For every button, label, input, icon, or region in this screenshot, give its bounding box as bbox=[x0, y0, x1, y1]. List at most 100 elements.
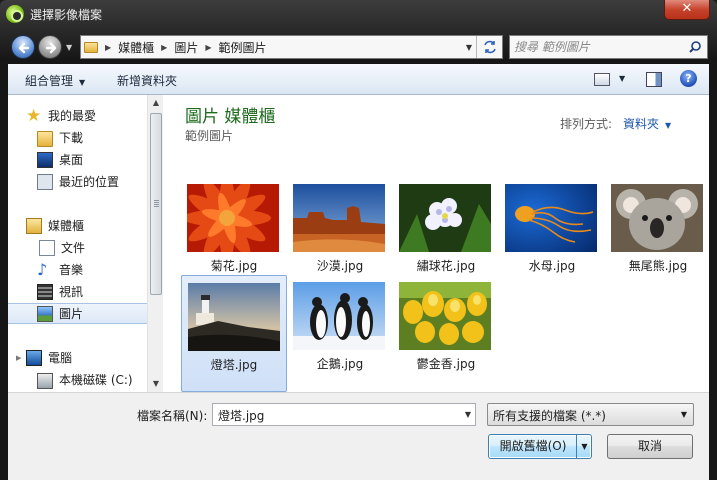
library-title: 圖片 媒體櫃 bbox=[185, 107, 276, 127]
forward-arrow-icon bbox=[45, 42, 57, 54]
open-button-label: 開啟舊檔(O) bbox=[499, 439, 567, 453]
desktop-icon bbox=[37, 151, 53, 168]
sidebar-item-libraries[interactable]: 媒體櫃 bbox=[8, 215, 148, 236]
search-box[interactable] bbox=[509, 35, 708, 59]
close-button[interactable]: ✕ bbox=[664, 0, 710, 20]
sidebar-item-label: 媒體櫃 bbox=[48, 219, 85, 233]
app-icon bbox=[6, 5, 24, 23]
sidebar-item-desktop[interactable]: 桌面 bbox=[8, 149, 148, 170]
filename-label: 檔案名稱(N): bbox=[137, 409, 208, 423]
recent-locations-dropdown[interactable]: ▼ bbox=[66, 43, 74, 52]
file-name: 繡球花.jpg bbox=[416, 259, 476, 273]
sidebar-item-downloads[interactable]: 下載 bbox=[8, 127, 148, 148]
file-list-pane: 圖片 媒體櫃 範例圖片 排列方式: 資料夾 ▼ 菊花.jpg 沙漠.jpg 繡球花… bbox=[163, 95, 709, 392]
sidebar-item-label: 音樂 bbox=[59, 263, 84, 277]
file-item-lighthouse[interactable]: 燈塔.jpg bbox=[181, 275, 287, 392]
chevron-down-icon: ▼ bbox=[665, 121, 672, 130]
tulips-thumbnail bbox=[399, 282, 491, 350]
sidebar-item-label: 下載 bbox=[59, 131, 84, 145]
sidebar-item-label: 本機磁碟 (C:) bbox=[59, 373, 133, 387]
file-item-tulips[interactable]: 鬱金香.jpg bbox=[393, 275, 499, 392]
window-title: 選擇影像檔案 bbox=[30, 8, 103, 22]
expand-arrow-icon[interactable]: ▶ bbox=[16, 354, 21, 362]
recent-places-icon bbox=[37, 173, 53, 190]
file-item-koala[interactable]: 無尾熊.jpg bbox=[605, 177, 711, 294]
libraries-icon bbox=[26, 217, 42, 234]
sidebar-item-label: 視訊 bbox=[59, 285, 84, 299]
address-history-dropdown[interactable]: ▼ bbox=[466, 43, 472, 52]
downloads-folder-icon bbox=[37, 130, 53, 147]
file-item-jellyfish[interactable]: 水母.jpg bbox=[499, 177, 605, 294]
title-bar: 選擇影像檔案 ✕ bbox=[0, 0, 717, 28]
sidebar-item-videos[interactable]: 視訊 bbox=[8, 281, 148, 302]
library-subtitle: 範例圖片 bbox=[185, 129, 234, 143]
change-view-icon[interactable] bbox=[594, 73, 610, 86]
cancel-button[interactable]: 取消 bbox=[607, 434, 693, 459]
chevron-right-icon[interactable]: ▶ bbox=[105, 43, 111, 52]
open-options-dropdown[interactable]: ▼ bbox=[576, 435, 592, 458]
pictures-icon bbox=[37, 305, 53, 322]
filename-combobox[interactable]: 燈塔.jpg ▼ bbox=[212, 403, 476, 426]
desert-thumbnail bbox=[293, 184, 385, 252]
sidebar-item-local-disk[interactable]: 本機磁碟 (C:) bbox=[8, 369, 148, 390]
sidebar-item-label: 電腦 bbox=[48, 351, 73, 365]
sidebar-scrollbar[interactable]: ▲ ▼ bbox=[147, 95, 163, 392]
file-type-value: 所有支援的檔案 (*.*) bbox=[493, 409, 606, 423]
dialog-footer: 檔案名稱(N): 燈塔.jpg ▼ 所有支援的檔案 (*.*) ▼ 開啟舊檔(O… bbox=[8, 392, 709, 480]
help-icon[interactable]: ? bbox=[680, 70, 697, 87]
folder-icon bbox=[84, 41, 98, 53]
refresh-button[interactable] bbox=[476, 36, 502, 58]
search-icon[interactable] bbox=[688, 40, 702, 54]
sidebar-item-music[interactable]: ♪ 音樂 bbox=[8, 259, 148, 280]
computer-icon bbox=[26, 349, 42, 366]
star-icon: ★ bbox=[26, 105, 42, 126]
file-name: 水母.jpg bbox=[528, 259, 576, 273]
film-icon bbox=[37, 283, 53, 300]
chevron-down-icon[interactable]: ▼ bbox=[465, 410, 471, 419]
sidebar-item-label: 桌面 bbox=[59, 153, 84, 167]
file-name: 燈塔.jpg bbox=[210, 358, 258, 372]
sidebar-item-pictures[interactable]: 圖片 bbox=[8, 303, 148, 324]
chevron-right-icon[interactable]: ▶ bbox=[161, 43, 167, 52]
breadcrumb-pictures[interactable]: 圖片 bbox=[174, 39, 198, 56]
file-name: 企鵝.jpg bbox=[316, 357, 364, 371]
sidebar-item-recent-places[interactable]: 最近的位置 bbox=[8, 171, 148, 192]
file-open-dialog: 選擇影像檔案 ✕ ▼ ▶ 媒體櫃 ▶ 圖片 ▶ 範例圖片 ▼ 搜尋 範例圖片 組… bbox=[0, 0, 717, 480]
scrollbar-thumb[interactable] bbox=[150, 113, 162, 295]
sidebar-item-label: 文件 bbox=[61, 241, 86, 255]
forward-button[interactable] bbox=[38, 35, 62, 59]
filename-value[interactable]: 燈塔.jpg bbox=[218, 407, 264, 424]
navigation-pane: ★ 我的最愛 下載 桌面 最近的位置 媒體櫃 文件 ♪ 音樂 視訊 圖片 ▶ 電… bbox=[8, 95, 163, 392]
sidebar-item-documents[interactable]: 文件 bbox=[8, 237, 148, 258]
sidebar-item-favorites[interactable]: ★ 我的最愛 bbox=[8, 105, 148, 126]
back-button[interactable] bbox=[11, 35, 35, 59]
organize-button[interactable]: 組合管理 ▼ bbox=[25, 72, 85, 89]
documents-icon bbox=[39, 239, 55, 256]
sidebar-item-computer[interactable]: ▶ 電腦 bbox=[8, 347, 148, 368]
preview-pane-icon[interactable] bbox=[646, 72, 662, 87]
command-toolbar: 組合管理 ▼ 新增資料夾 ▼ ? bbox=[8, 64, 709, 95]
open-button[interactable]: 開啟舊檔(O) ▼ bbox=[488, 434, 592, 459]
close-icon: ✕ bbox=[681, 1, 693, 16]
address-row: ▼ ▶ 媒體櫃 ▶ 圖片 ▶ 範例圖片 ▼ bbox=[0, 28, 717, 64]
chevron-down-icon: ▼ bbox=[680, 410, 687, 419]
refresh-icon bbox=[483, 40, 496, 54]
jellyfish-thumbnail bbox=[505, 184, 597, 252]
scroll-up-arrow-icon[interactable]: ▲ bbox=[148, 95, 164, 111]
breadcrumb-libraries[interactable]: 媒體櫃 bbox=[118, 39, 154, 56]
chevron-right-icon[interactable]: ▶ bbox=[205, 43, 211, 52]
scroll-down-arrow-icon[interactable]: ▼ bbox=[148, 376, 164, 392]
file-type-select[interactable]: 所有支援的檔案 (*.*) ▼ bbox=[487, 403, 694, 426]
file-name: 沙漠.jpg bbox=[316, 259, 364, 273]
new-folder-button[interactable]: 新增資料夾 bbox=[117, 72, 177, 89]
breadcrumb-sample-pictures[interactable]: 範例圖片 bbox=[219, 39, 267, 56]
file-item-penguins[interactable]: 企鵝.jpg bbox=[287, 275, 393, 392]
arrange-by-value: 資料夾 bbox=[623, 117, 660, 131]
sidebar-item-label: 我的最愛 bbox=[48, 109, 97, 123]
address-bar[interactable]: ▶ 媒體櫃 ▶ 圖片 ▶ 範例圖片 ▼ bbox=[80, 35, 503, 59]
hydrangeas-thumbnail bbox=[399, 184, 491, 252]
search-input[interactable] bbox=[514, 39, 684, 55]
arrange-by-dropdown[interactable]: 資料夾 ▼ bbox=[623, 115, 671, 132]
file-name: 菊花.jpg bbox=[210, 259, 258, 273]
view-options-dropdown[interactable]: ▼ bbox=[619, 74, 625, 83]
